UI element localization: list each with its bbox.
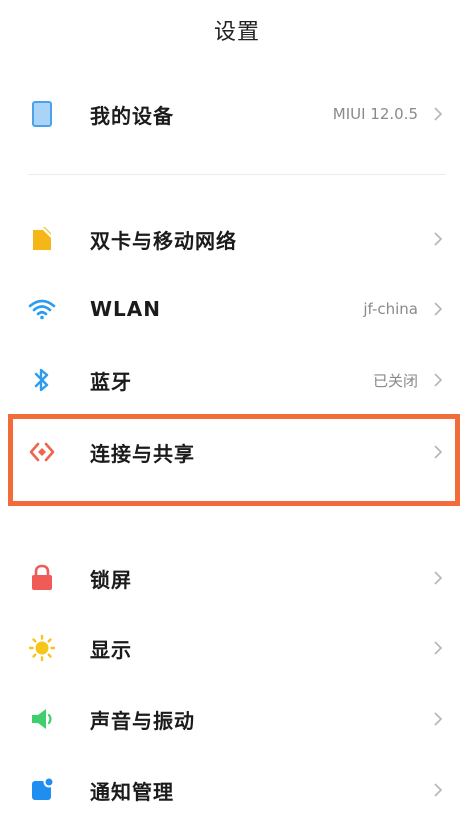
lock-icon [28, 564, 56, 592]
speaker-icon [28, 705, 56, 733]
settings-item-label: 通知管理 [90, 779, 174, 804]
settings-item-wlan[interactable]: WLAN jf-china [0, 279, 474, 339]
device-icon [28, 100, 56, 128]
settings-item-my-device[interactable]: 我的设备 MIUI 12.0.5 [0, 84, 474, 144]
settings-item-bluetooth[interactable]: 蓝牙 已关闭 [0, 350, 474, 410]
chevron-right-icon [432, 709, 444, 729]
settings-item-label: 锁屏 [90, 567, 132, 592]
sim-card-icon [28, 225, 56, 253]
chevron-right-icon [432, 780, 444, 800]
settings-item-connection-sharing[interactable]: 连接与共享 [0, 422, 474, 482]
chevron-right-icon [432, 568, 444, 588]
settings-item-sim-mobile-network[interactable]: 双卡与移动网络 [0, 209, 474, 269]
chevron-right-icon [432, 104, 444, 124]
settings-item-value: 已关闭 [372, 371, 418, 390]
chevron-right-icon [432, 299, 444, 319]
settings-item-label: WLAN [90, 297, 162, 321]
settings-item-notification-management[interactable]: 通知管理 [0, 760, 474, 816]
settings-item-value: jf-china [363, 300, 418, 318]
chevron-right-icon [432, 442, 444, 462]
connection-sharing-icon [28, 438, 56, 466]
section-divider [28, 174, 446, 175]
settings-page: 设置 我的设备 MIUI 12.0.5 双卡与移动网络 WLAN jf-chin… [0, 0, 474, 816]
settings-item-label: 我的设备 [90, 103, 174, 128]
chevron-right-icon [432, 370, 444, 390]
notification-icon [28, 776, 56, 804]
settings-item-value: MIUI 12.0.5 [332, 105, 418, 123]
settings-item-label: 蓝牙 [90, 369, 132, 394]
wifi-icon [28, 295, 56, 323]
sun-icon [28, 634, 56, 662]
bluetooth-icon [28, 366, 56, 394]
settings-item-label: 声音与振动 [90, 708, 195, 733]
page-title: 设置 [213, 20, 260, 45]
settings-item-lock-screen[interactable]: 锁屏 [0, 548, 474, 608]
settings-item-display[interactable]: 显示 [0, 618, 474, 678]
chevron-right-icon [432, 229, 444, 249]
settings-item-sound-vibration[interactable]: 声音与振动 [0, 689, 474, 749]
chevron-right-icon [432, 638, 444, 658]
settings-item-label: 连接与共享 [90, 441, 195, 466]
settings-item-label: 显示 [90, 637, 132, 662]
settings-item-label: 双卡与移动网络 [90, 228, 237, 253]
